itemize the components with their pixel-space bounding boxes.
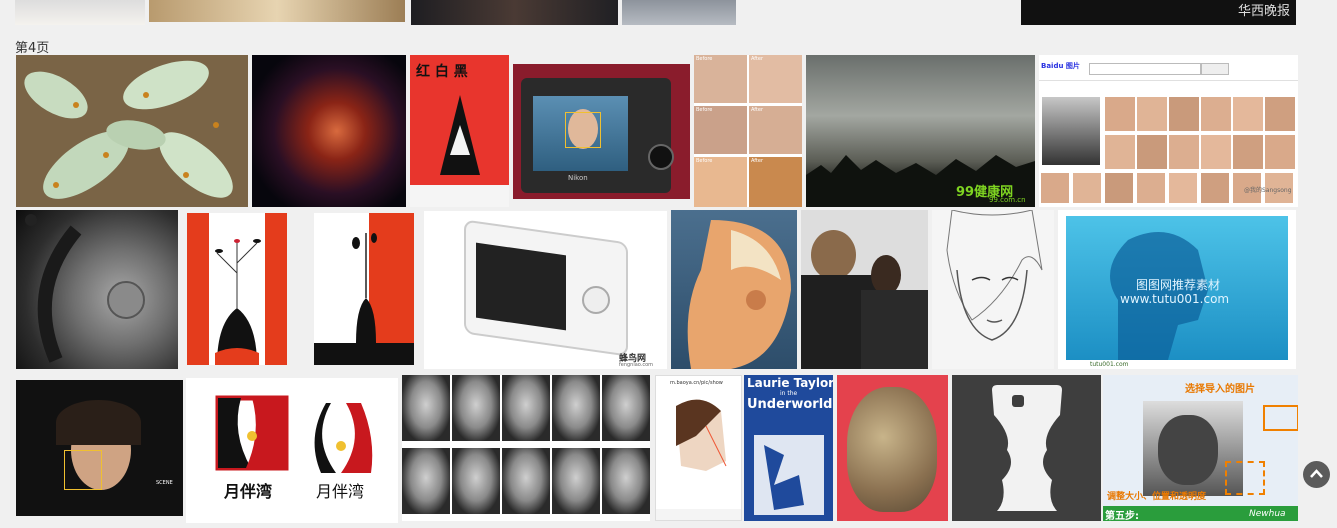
face-thumbnail[interactable] <box>1169 173 1197 203</box>
scroll-to-top-button[interactable] <box>1303 461 1330 488</box>
face-thumbnail[interactable] <box>1137 173 1165 203</box>
before-label: Before <box>696 158 713 164</box>
image-vase-faces-white[interactable] <box>314 213 414 365</box>
image-face-tracking-woman[interactable]: SCENE <box>16 380 183 516</box>
face-thumbnail[interactable] <box>1233 135 1263 169</box>
image-tile[interactable] <box>15 0 145 25</box>
credit-text: tutu001.com <box>1090 361 1129 368</box>
face-thumbnail[interactable] <box>1105 173 1133 203</box>
face-thumbnail[interactable] <box>1137 97 1167 131</box>
angel-graphic <box>687 220 791 369</box>
vase-graphic <box>215 239 261 365</box>
head-diagram-graphic <box>656 399 741 520</box>
face-thumbnail[interactable] <box>1201 135 1231 169</box>
vase-graphic <box>352 233 377 343</box>
face-thumbnail[interactable] <box>1137 135 1167 169</box>
leaves-graphic <box>16 55 248 207</box>
watermark-subtext: fengniao.com <box>619 362 654 368</box>
after-label: After <box>751 158 764 164</box>
face-thumbnail[interactable] <box>1041 173 1069 203</box>
image-rock-face[interactable] <box>837 375 948 521</box>
watermark-subtext: 99.com.cn <box>989 196 1026 204</box>
image-blue-head[interactable]: 图图网推荐素材 www.tutu001.com tutu001.com <box>1058 210 1296 369</box>
face-thumbnail[interactable] <box>1105 135 1135 169</box>
book-graphic <box>754 435 824 515</box>
image-tile[interactable] <box>149 0 405 22</box>
camera-brand: Nikon <box>568 174 588 182</box>
credit-text: @我的Sangsong <box>1244 187 1292 194</box>
face-photo <box>552 448 600 514</box>
face-photo <box>452 375 500 441</box>
face-photo <box>502 448 550 514</box>
chevron-up-icon <box>1310 469 1323 478</box>
step2-text: 调整大小、位置和透明度 <box>1107 492 1207 502</box>
face-photo <box>402 375 450 441</box>
watermark-text: 图图网推荐素材 <box>1136 278 1221 292</box>
image-girl-sketch[interactable] <box>932 210 1054 369</box>
book-triangle-graphic <box>410 95 509 207</box>
logo-text-right: 月伴湾 <box>316 482 365 501</box>
watermark-subtext: www.tutu001.com <box>1120 292 1230 306</box>
face-thumbnail[interactable] <box>1169 135 1199 169</box>
page-number-label: 第4页 <box>15 41 50 56</box>
face-photo <box>602 375 650 441</box>
before-label: Before <box>696 56 713 62</box>
image-baidu-face-search[interactable]: Baidu 图片 @我的Sangsong <box>1039 55 1298 207</box>
face-photo <box>502 375 550 441</box>
silhouette-graphic <box>992 385 1062 511</box>
face-thumbnail[interactable] <box>1169 97 1199 131</box>
face-thumbnail[interactable] <box>1105 97 1135 131</box>
scene-label: SCENE <box>156 480 173 486</box>
baidu-logo: Baidu 图片 <box>1041 62 1080 70</box>
image-tile[interactable] <box>411 0 618 25</box>
crater-graphic <box>25 214 145 363</box>
image-book-cover[interactable]: 红 白 黑 <box>410 55 509 207</box>
after-label: After <box>751 107 764 113</box>
image-book-underworld[interactable]: Laurie Taylor in the Underworld <box>744 375 833 521</box>
image-phone-head-diagram[interactable]: m.baoya.cn/pic/show <box>655 375 742 521</box>
image-nebula[interactable] <box>252 55 406 207</box>
face-thumbnail[interactable] <box>1073 173 1101 203</box>
before-label: Before <box>696 107 713 113</box>
image-two-women[interactable] <box>801 210 928 369</box>
sketch-graphic <box>946 210 1043 341</box>
image-tile[interactable]: 华西晚报 <box>1021 0 1296 25</box>
after-label: After <box>751 56 764 62</box>
image-faces-grid-glasses[interactable] <box>402 375 650 521</box>
image-vase-faces-red[interactable] <box>187 213 287 365</box>
image-leaves-moths[interactable] <box>16 55 248 207</box>
face-photo <box>552 375 600 441</box>
face-thumbnail[interactable] <box>1265 135 1295 169</box>
image-angel-face-illusion[interactable] <box>671 210 797 369</box>
image-moon-crater[interactable] <box>16 210 178 369</box>
face-photo <box>452 448 500 514</box>
image-software-tutorial[interactable]: 选择导入的图片 调整大小、位置和透明度 第五步: Newhua <box>1103 375 1298 521</box>
face-photo <box>402 448 450 514</box>
step1-text: 选择导入的图片 <box>1185 384 1255 395</box>
image-white-camera[interactable]: 蜂鸟网 fengniao.com <box>424 211 667 369</box>
image-logo-faces[interactable]: 月伴湾 月伴湾 <box>186 378 398 523</box>
face-thumbnail[interactable] <box>1233 97 1263 131</box>
logo-text-left: 月伴湾 <box>224 482 273 501</box>
logo-graphic <box>215 395 373 473</box>
image-camera-face-detect[interactable]: Nikon <box>513 64 690 199</box>
step5-text: 第五步: <box>1105 511 1139 521</box>
image-phone-case-silhouette[interactable] <box>952 375 1101 521</box>
brand-text: Newhua <box>1249 509 1286 519</box>
face-thumbnail[interactable] <box>1265 97 1295 131</box>
image-cloudy-sky[interactable]: 99健康网 99.com.cn <box>806 55 1035 207</box>
image-nose-before-after[interactable]: Before After Before After Before After <box>694 55 802 207</box>
face-thumbnail[interactable] <box>1201 97 1231 131</box>
face-thumbnail[interactable] <box>1201 173 1229 203</box>
image-tile[interactable] <box>622 0 736 25</box>
face-photo <box>602 448 650 514</box>
